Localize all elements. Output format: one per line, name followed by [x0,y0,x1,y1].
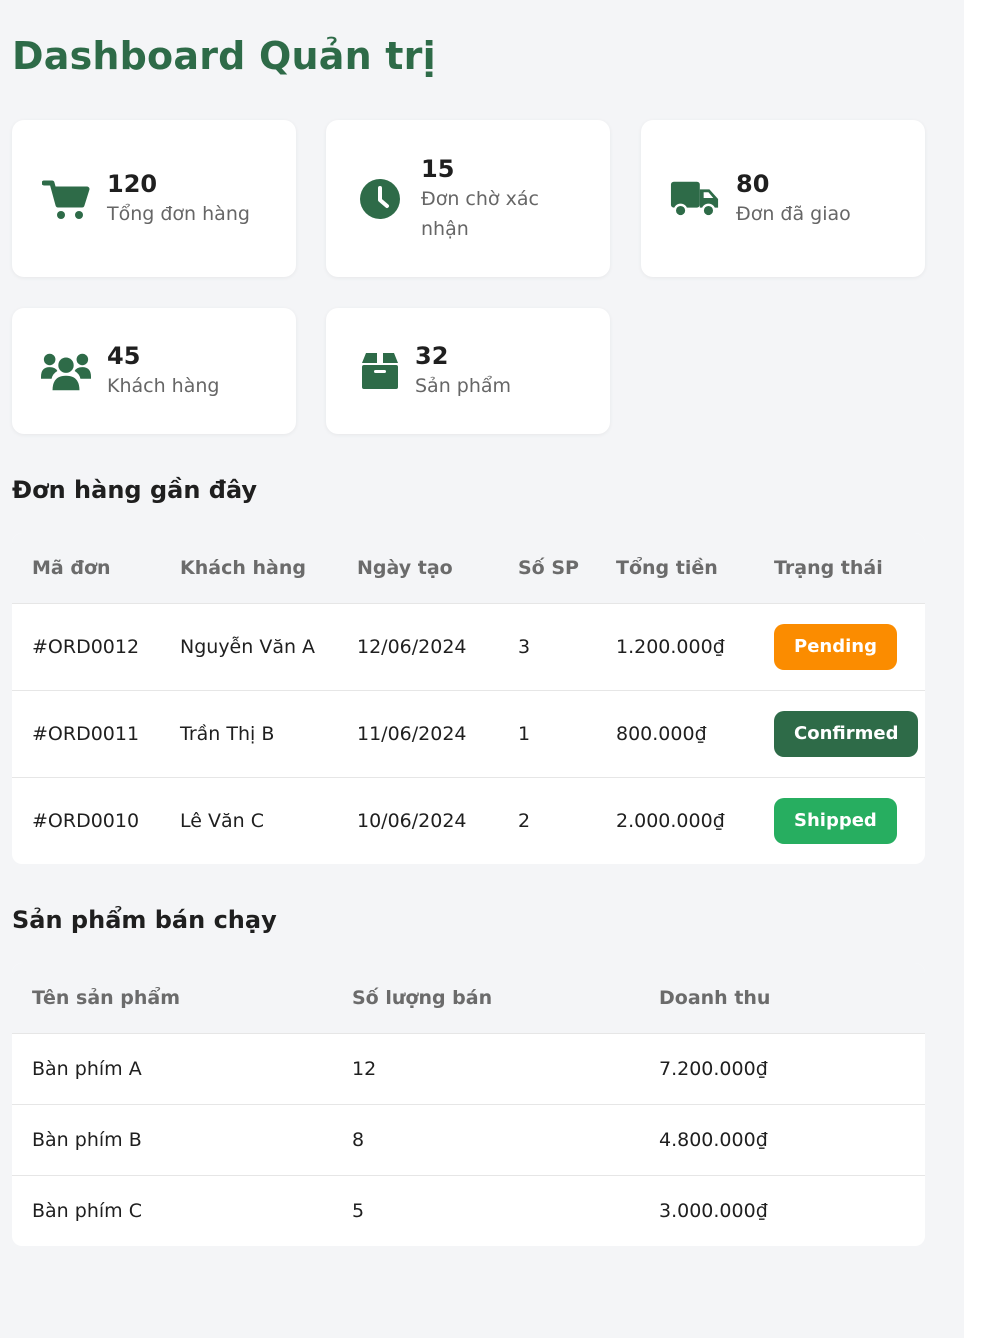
stat-value: 80 [736,169,770,198]
table-header-row: Tên sản phẩm Số lượng bán Doanh thu [12,963,925,1033]
product-sold: 5 [332,1174,639,1246]
order-customer: Nguyễn Văn A [160,602,337,690]
table-row[interactable]: #ORD0011 Trần Thị B 11/06/2024 1 800.000… [12,689,925,777]
product-revenue: 3.000.000₫ [639,1174,925,1246]
product-name: Bàn phím A [12,1032,332,1104]
recent-orders-title: Đơn hàng gần đây [12,476,258,504]
stat-label: Sản phẩm [415,375,512,397]
top-products-title: Sản phẩm bán chạy [12,906,277,934]
column-header[interactable]: Số lượng bán [332,963,639,1033]
stat-label: Đơn chờ xác nhận [421,187,539,240]
dashboard-page: Dashboard Quản trị 120 Tổng đơn hàng 15 … [0,0,964,1338]
recent-orders-table: Mã đơn Khách hàng Ngày tạo Số SP Tổng ti… [12,533,925,864]
product-revenue: 4.800.000₫ [639,1103,925,1175]
column-header[interactable]: Doanh thu [639,963,925,1033]
table-row[interactable]: Bàn phím C 5 3.000.000₫ [12,1174,925,1246]
clock-icon [355,177,405,221]
status-badge[interactable]: Shipped [774,797,897,844]
order-qty: 1 [498,689,596,777]
product-sold: 12 [332,1032,639,1104]
product-sold: 8 [332,1103,639,1175]
top-products-table: Tên sản phẩm Số lượng bán Doanh thu Bàn … [12,963,925,1246]
stat-card-products[interactable]: 32 Sản phẩm [326,308,610,434]
column-header[interactable]: Khách hàng [160,533,337,603]
stat-card-pending[interactable]: 15 Đơn chờ xác nhận [326,120,610,277]
column-header[interactable]: Tên sản phẩm [12,963,332,1033]
box-icon [355,349,405,393]
column-header[interactable]: Trạng thái [754,533,925,603]
order-id: #ORD0010 [12,776,160,864]
users-icon [41,349,91,393]
table-row[interactable]: Bàn phím A 12 7.200.000₫ [12,1032,925,1104]
order-customer: Trần Thị B [160,689,337,777]
stat-label: Đơn đã giao [736,202,851,225]
product-name: Bàn phím B [12,1103,332,1175]
order-total: 2.000.000₫ [596,776,754,864]
table-header-row: Mã đơn Khách hàng Ngày tạo Số SP Tổng ti… [12,533,925,603]
table-row[interactable]: #ORD0012 Nguyễn Văn A 12/06/2024 3 1.200… [12,602,925,690]
stat-value: 32 [415,342,449,370]
column-header[interactable]: Tổng tiền [596,533,754,603]
order-qty: 3 [498,602,596,690]
stat-value: 120 [107,169,158,198]
order-id: #ORD0012 [12,602,160,690]
stat-value: 45 [107,342,141,370]
order-qty: 2 [498,776,596,864]
order-date: 10/06/2024 [337,776,498,864]
product-revenue: 7.200.000₫ [639,1032,925,1104]
stat-value: 15 [421,154,455,183]
stat-label: Tổng đơn hàng [107,202,250,225]
page-title: Dashboard Quản trị [12,34,436,78]
order-id: #ORD0011 [12,689,160,777]
order-customer: Lê Văn C [160,776,337,864]
stat-card-delivered[interactable]: 80 Đơn đã giao [641,120,925,277]
stat-card-customers[interactable]: 45 Khách hàng [12,308,296,434]
order-total: 1.200.000₫ [596,602,754,690]
truck-icon [670,177,720,221]
cart-icon [41,177,91,221]
status-badge[interactable]: Confirmed [774,710,919,757]
table-row[interactable]: Bàn phím B 8 4.800.000₫ [12,1103,925,1175]
table-row[interactable]: #ORD0010 Lê Văn C 10/06/2024 2 2.000.000… [12,776,925,864]
order-date: 11/06/2024 [337,689,498,777]
order-date: 12/06/2024 [337,602,498,690]
status-badge[interactable]: Pending [774,623,897,670]
column-header[interactable]: Ngày tạo [337,533,498,603]
stat-label: Khách hàng [107,375,220,397]
column-header[interactable]: Mã đơn [12,533,160,603]
column-header[interactable]: Số SP [498,533,596,603]
product-name: Bàn phím C [12,1174,332,1246]
stat-card-orders[interactable]: 120 Tổng đơn hàng [12,120,296,277]
order-total: 800.000₫ [596,689,754,777]
